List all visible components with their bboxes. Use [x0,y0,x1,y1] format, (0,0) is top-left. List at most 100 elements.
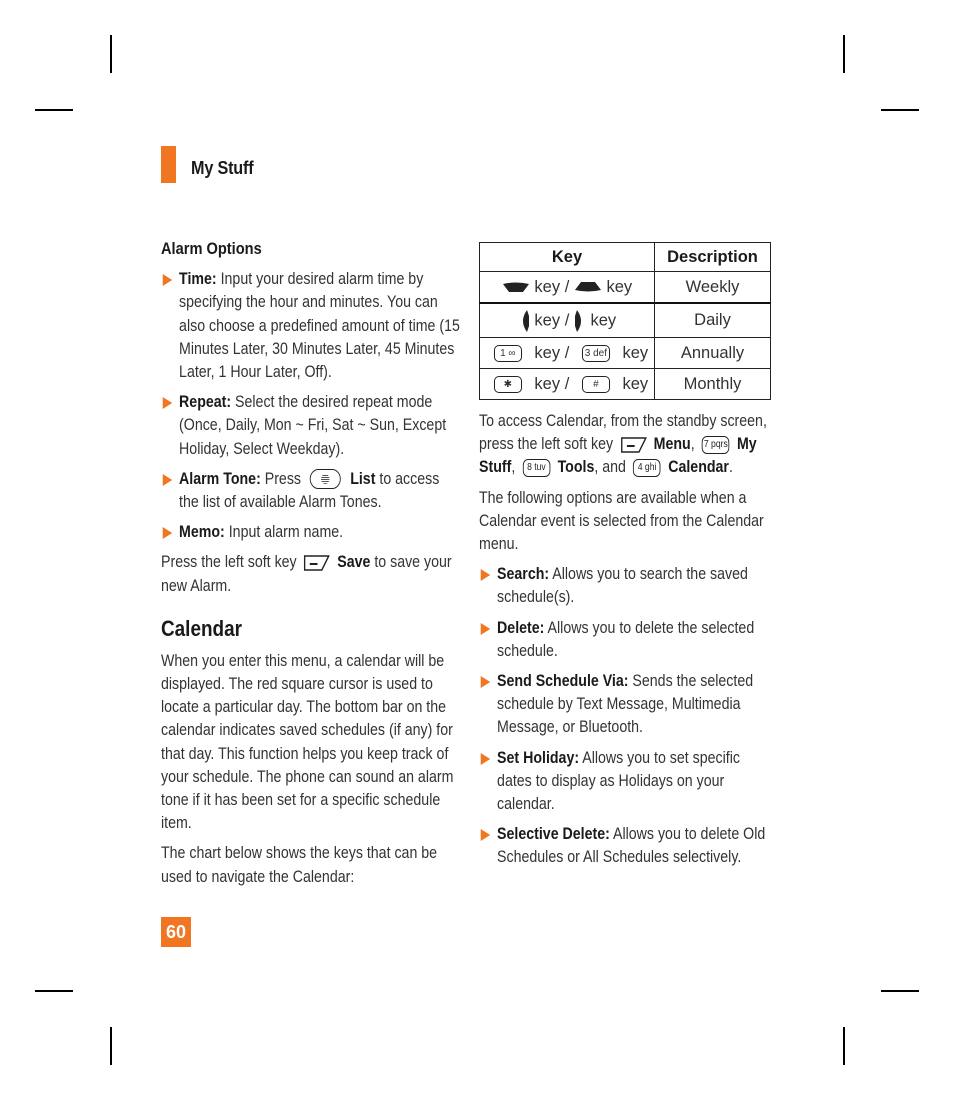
left-soft-key-icon [620,437,647,453]
options-intro: The following options are available when… [479,488,764,554]
description-cell: Annually [654,337,771,369]
bullet-arrow-icon [480,622,491,635]
term: Repeat: [179,393,232,412]
calendar-label: Calendar [668,458,729,477]
punct: , [690,435,695,454]
list-item: Set Holiday: Allows you to set specific … [479,747,778,817]
punct: , [511,458,516,477]
description-cell: Weekly [654,271,771,304]
crop-mark [881,990,919,992]
key-hash-icon: # [581,375,610,393]
column-header: Key [479,242,655,272]
menu-label: Menu [653,435,691,454]
crop-mark [881,109,919,111]
navigation-keys-table: Key Description key / key Weekly key / k… [479,242,771,400]
table-header-row: Key Description [479,242,771,272]
chart-intro: The chart below shows the keys that can … [161,844,438,886]
key-1-icon: 1 ∞ [493,344,522,362]
nav-right-key-icon [574,309,581,332]
list-item: Alarm Tone: Press List to access the lis… [161,468,460,514]
save-note: Press the left soft key Save to save you… [161,551,460,597]
bullet-arrow-icon [162,274,173,287]
crop-mark [843,35,845,73]
section-marker [161,146,176,183]
list-item: Repeat: Select the desired repeat mode (… [161,391,460,461]
description: Input your desired alarm time by specify… [179,270,460,382]
term: Memo: [179,523,225,542]
section-title: My Stuff [191,158,254,178]
left-soft-key-icon [304,555,330,571]
key-word: key [622,374,649,393]
description-cell: Daily [654,302,771,338]
term: Delete: [497,618,545,637]
list-item: Search: Allows you to search the saved s… [479,563,778,609]
key-label: List [350,469,376,488]
separator: / [564,374,570,393]
term: Set Holiday: [497,748,580,767]
table-row: ✱ key / # key Monthly [479,368,771,400]
key-7-icon: 7 pqrs [702,435,730,454]
description: Press [260,469,302,488]
separator: / [564,310,570,329]
crop-mark [35,990,73,992]
description-cell: Monthly [654,368,771,400]
key-word: key [606,277,633,296]
crop-mark [110,35,112,73]
text: , and [594,458,626,477]
punct: . [728,458,733,477]
key-star-icon: ✱ [493,375,522,393]
key-word: key [622,343,649,362]
bullet-arrow-icon [162,397,173,410]
term: Send Schedule Via: [497,672,629,691]
text: Press the left soft key [161,553,297,572]
key-cell: ✱ key / # key [479,368,655,400]
column-header: Description [654,242,771,272]
description: Input alarm name. [224,523,344,542]
crop-mark [35,109,73,111]
nav-up-key-icon [502,282,529,293]
key-label: Save [337,553,371,572]
separator: / [564,277,570,296]
bullet-arrow-icon [480,829,491,842]
nav-down-key-icon [574,282,601,292]
key-3-icon: 3 def [581,344,610,362]
term: Search: [497,565,550,584]
tools-label: Tools [557,458,595,477]
list-item: Memo: Input alarm name. [161,521,460,544]
calendar-intro: When you enter this menu, a calendar wil… [161,651,454,833]
nav-left-key-icon [522,309,529,332]
key-4-icon: 4 ghi [633,459,661,478]
right-column: To access Calendar, from the standby scr… [479,410,779,877]
bullet-arrow-icon [480,752,491,765]
key-word: key [534,343,561,362]
table-row: key / key Weekly [479,271,771,304]
list-item: Delete: Allows you to delete the selecte… [479,617,778,663]
bullet-arrow-icon [162,527,173,540]
key-cell: key / key [479,302,655,338]
crop-mark [843,1027,845,1065]
crop-mark [110,1027,112,1065]
alarm-options-heading: Alarm Options [161,239,262,258]
key-word: key [534,277,561,296]
table-row: key / key Daily [479,302,771,338]
term: Selective Delete: [497,825,610,844]
bullet-arrow-icon [480,676,491,689]
bullet-arrow-icon [162,473,173,486]
key-cell: 1 ∞ key / 3 def key [479,337,655,369]
table-row: 1 ∞ key / 3 def key Annually [479,337,771,369]
ok-key-icon [310,469,342,490]
term: Time: [179,270,217,289]
key-word: key [534,374,561,393]
calendar-heading: Calendar [161,615,242,641]
key-word: key [590,310,617,329]
term: Alarm Tone: [179,469,261,488]
separator: / [564,343,570,362]
page-number: 60 [161,917,191,947]
key-cell: key / key [479,271,655,304]
key-word: key [534,310,561,329]
key-8-icon: 8 tuv [522,459,551,478]
list-item: Selective Delete: Allows you to delete O… [479,823,778,869]
access-instructions: To access Calendar, from the standby scr… [479,410,778,480]
bullet-arrow-icon [480,569,491,582]
left-column: Alarm Options Time: Input your desired a… [161,237,461,896]
